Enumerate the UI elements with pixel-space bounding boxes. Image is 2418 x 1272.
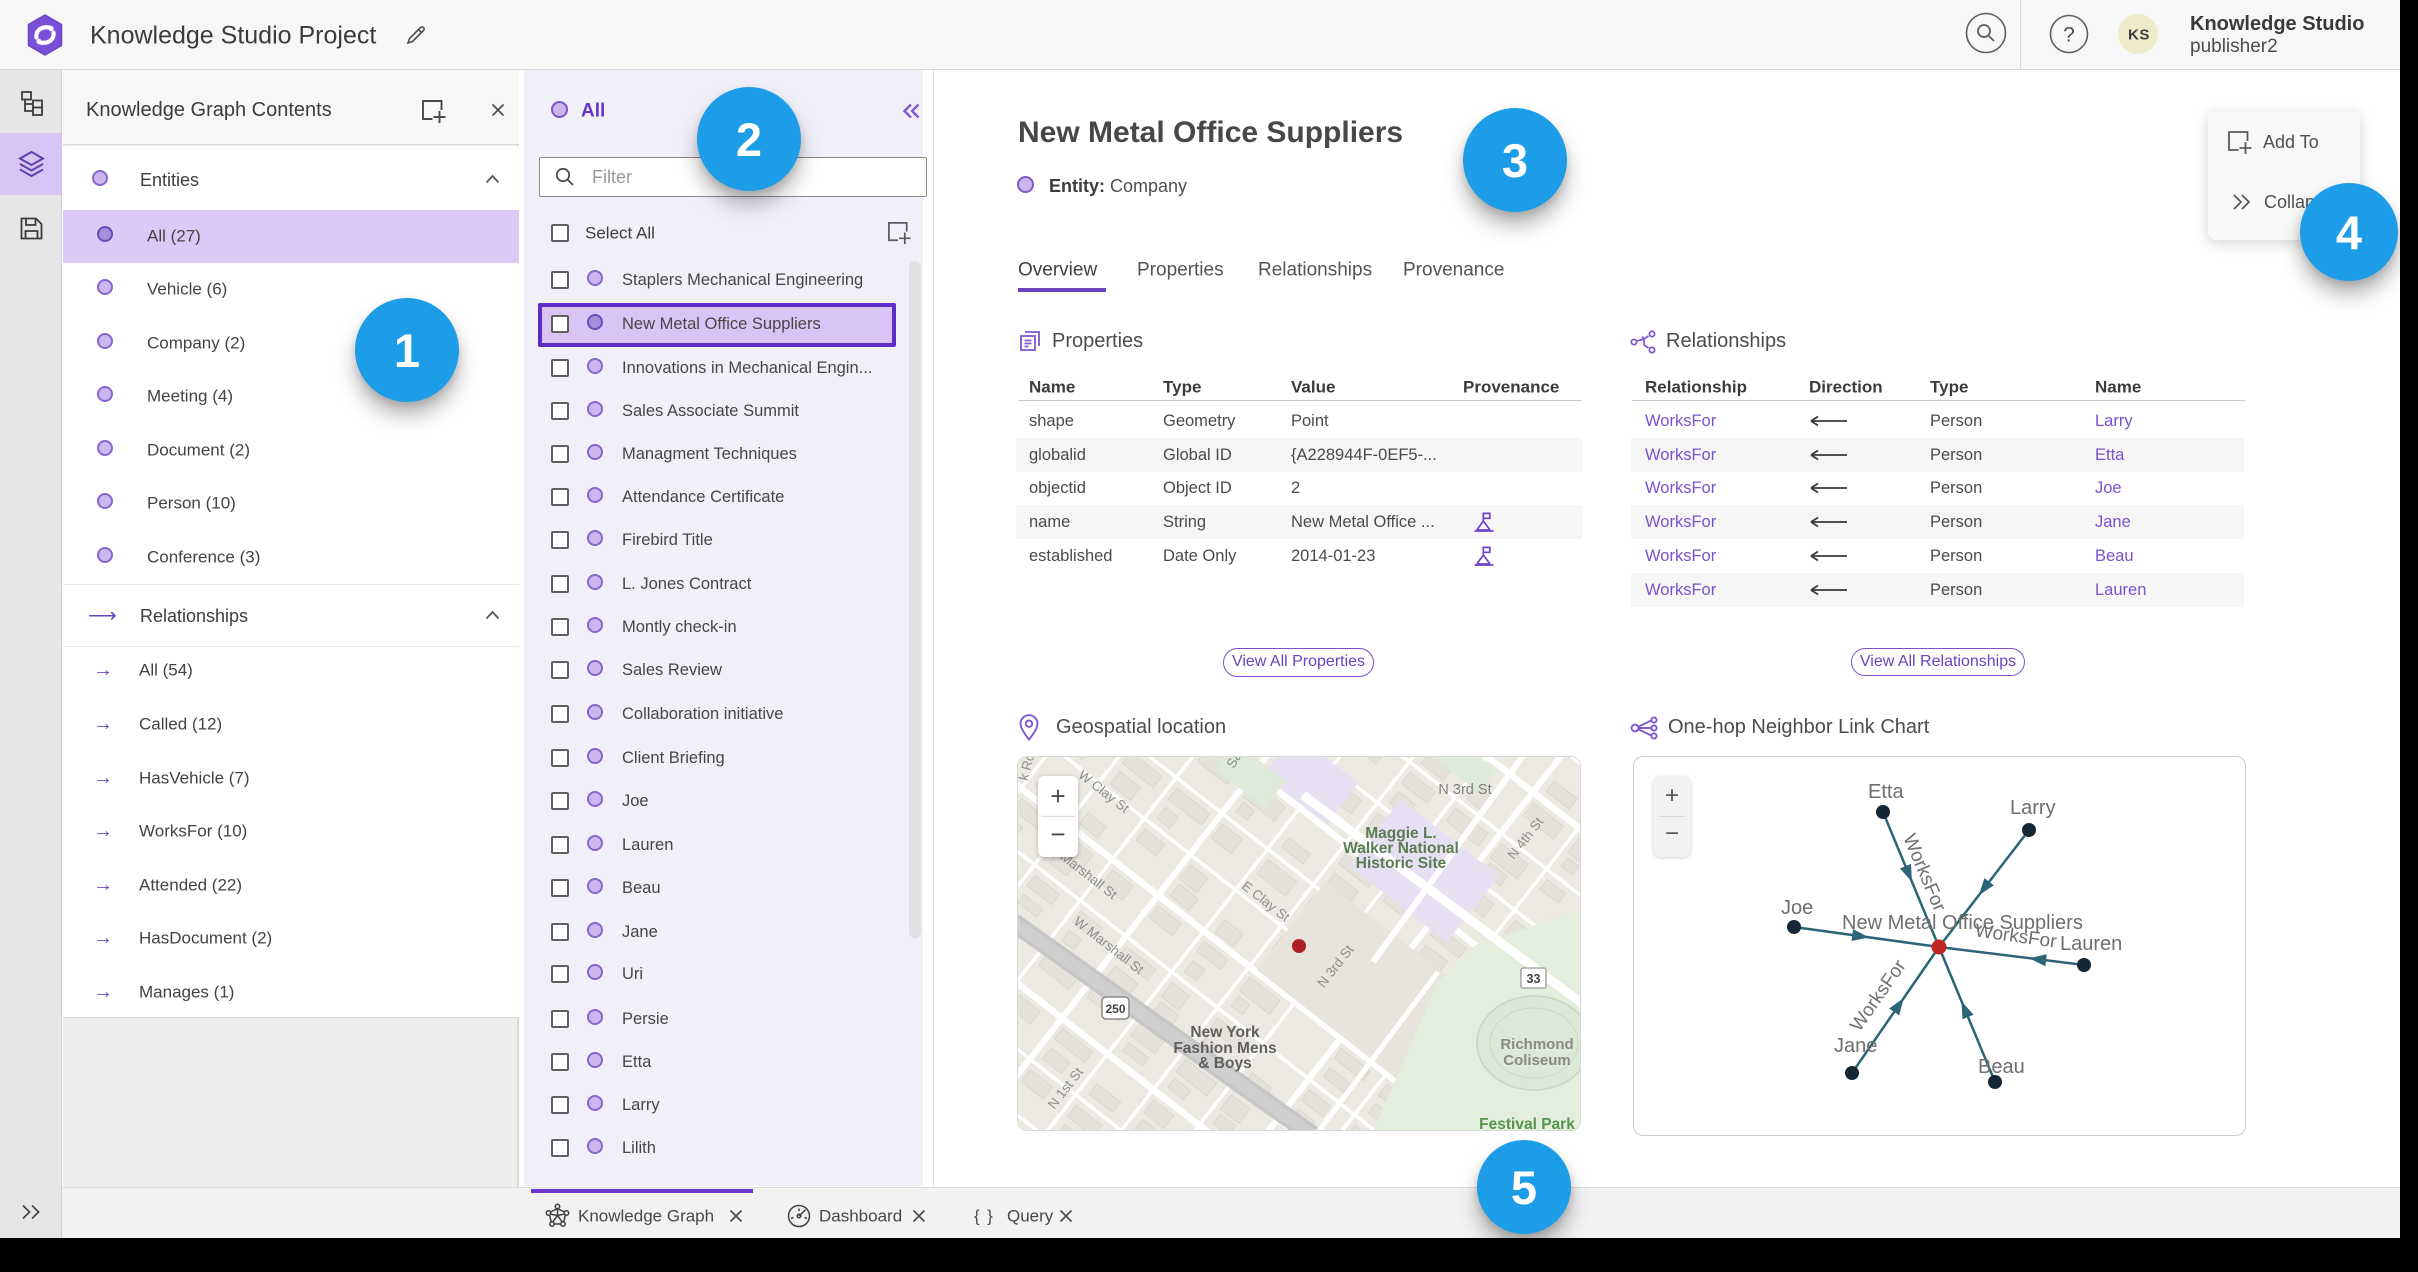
svg-text:Coliseum: Coliseum <box>1503 1052 1571 1069</box>
svg-text:New York: New York <box>1190 1024 1260 1041</box>
svg-text:250: 250 <box>1105 1002 1125 1016</box>
svg-text:& Boys: & Boys <box>1198 1055 1251 1072</box>
svg-text:WorksFor: WorksFor <box>1846 956 1911 1036</box>
svg-text:Richmond: Richmond <box>1500 1036 1573 1053</box>
svg-text:Jane: Jane <box>1834 1035 1877 1057</box>
svg-text:Beau: Beau <box>1978 1056 2025 1078</box>
svg-text:33: 33 <box>1527 972 1541 986</box>
svg-text:N 3rd St: N 3rd St <box>1438 782 1491 798</box>
svg-text:Historic Site: Historic Site <box>1356 855 1447 872</box>
svg-text:Etta: Etta <box>1868 781 1904 803</box>
svg-text:?: ? <box>2063 24 2075 47</box>
svg-text:Joe: Joe <box>1781 897 1813 919</box>
svg-text:Larry: Larry <box>2010 797 2056 819</box>
svg-text:Lauren: Lauren <box>2060 933 2122 955</box>
svg-text:Festival Park: Festival Park <box>1479 1116 1575 1131</box>
